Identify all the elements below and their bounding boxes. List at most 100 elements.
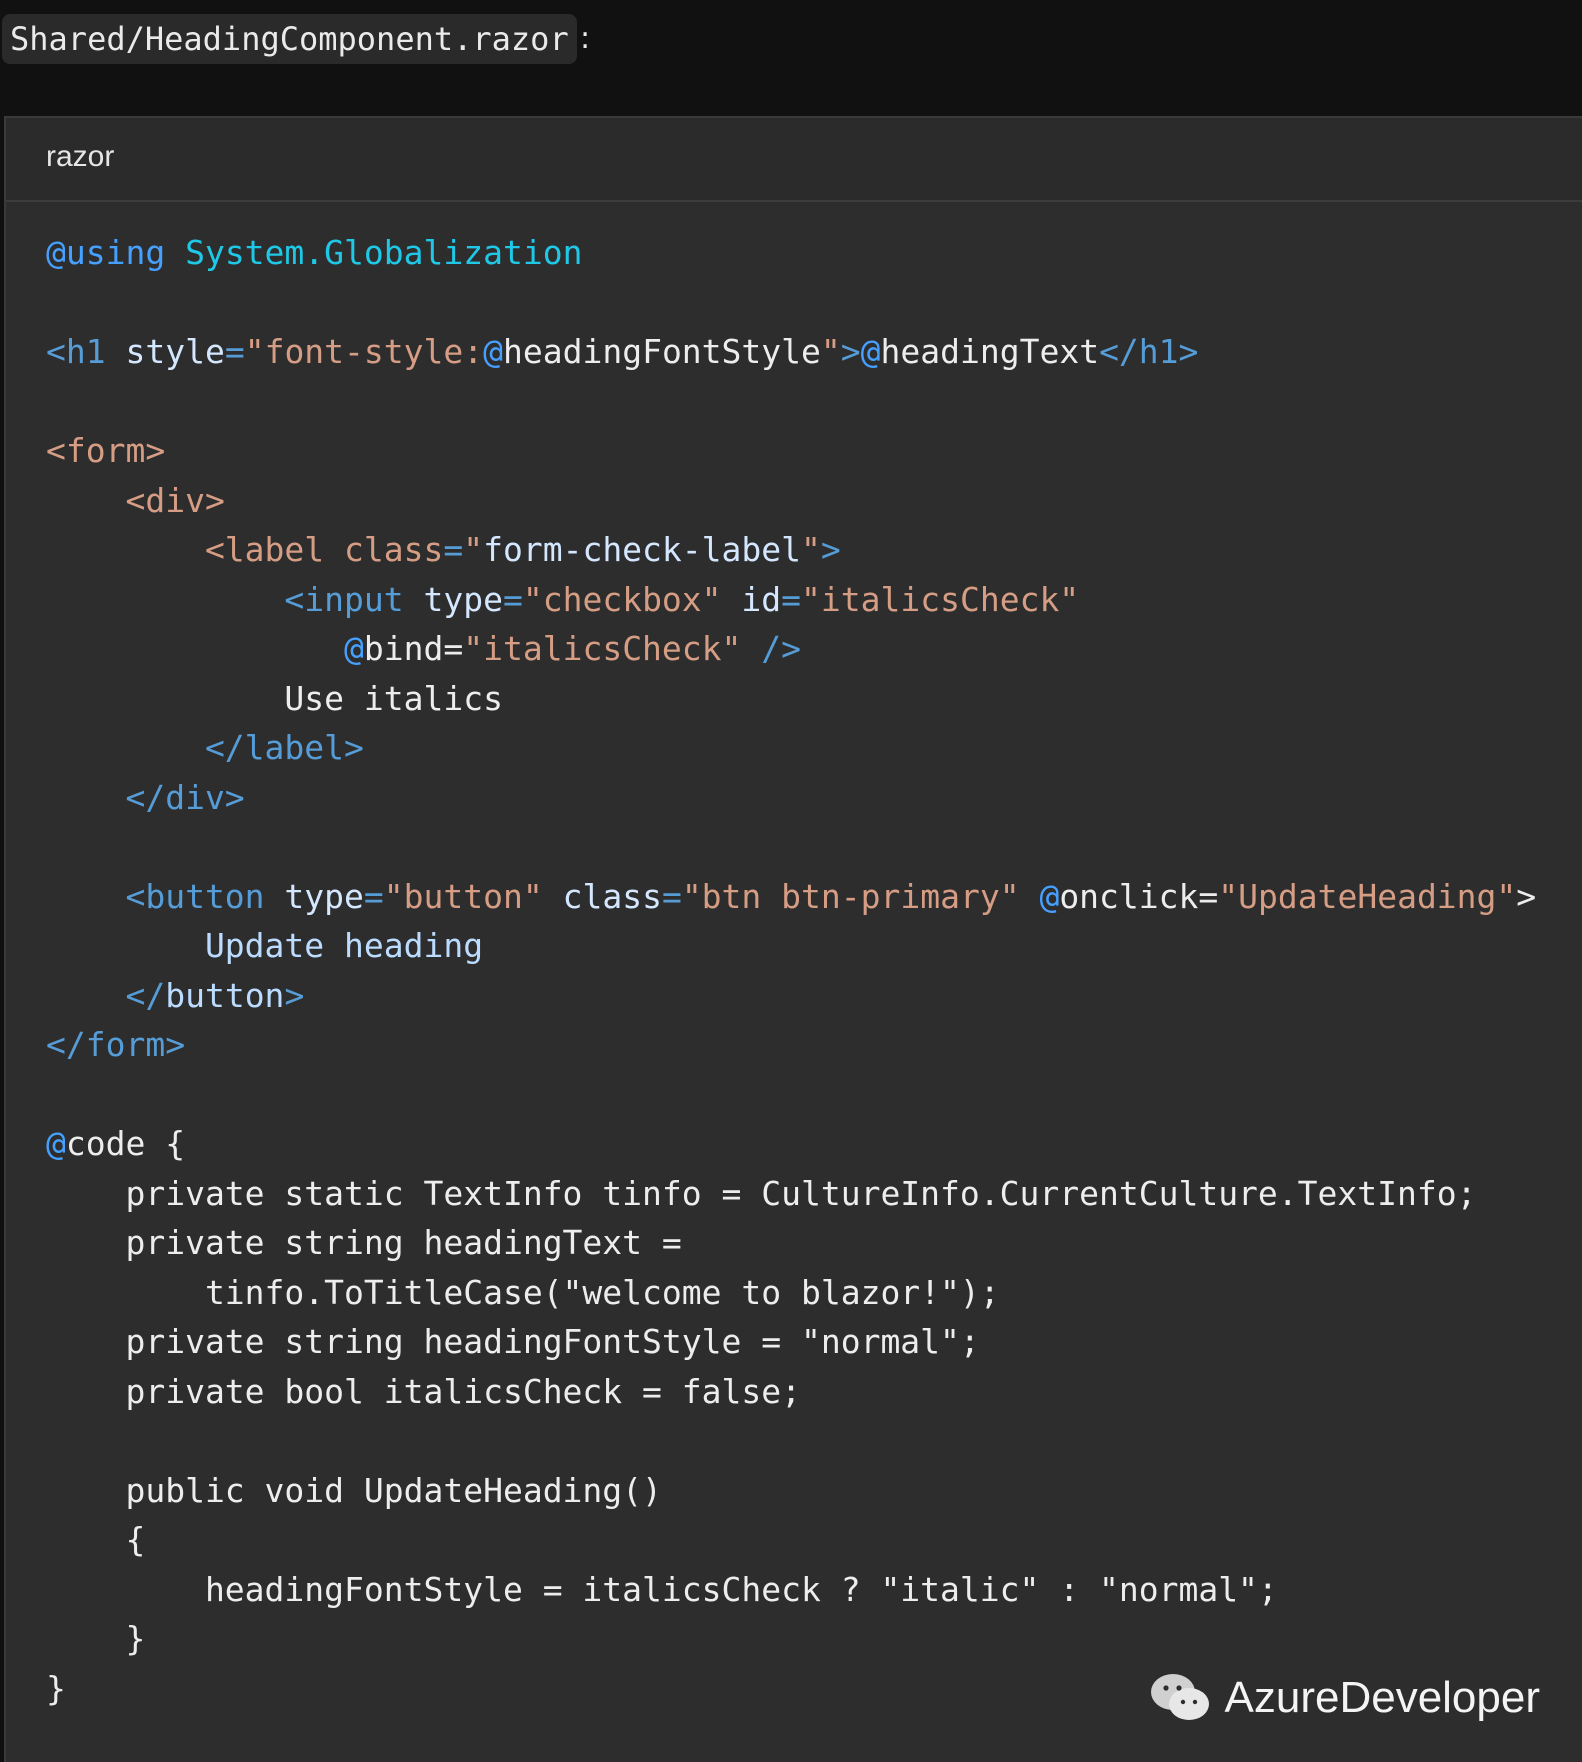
- code-token: @: [1039, 876, 1060, 916]
- code-block: razor @using System.Globalization <h1 st…: [4, 116, 1582, 1762]
- code-token: bind: [363, 629, 444, 668]
- watermark: AzureDeveloper: [1149, 1670, 1541, 1726]
- code-line: Update heading: [46, 921, 1582, 971]
- code-line: </label>: [46, 723, 1582, 773]
- code-token: style: [125, 332, 225, 371]
- code-token: type: [284, 876, 364, 916]
- code-line: <label class="form-check-label">: [46, 525, 1582, 575]
- code-token: ": [463, 530, 484, 569]
- code-token: "font-style:: [244, 332, 484, 371]
- code-token: }: [46, 1619, 146, 1658]
- page: Shared/HeadingComponent.razor : razor @u…: [0, 0, 1582, 1762]
- code-token: </h1>: [1099, 332, 1199, 371]
- code-line: <form>: [46, 426, 1582, 476]
- code-token: <h1: [46, 332, 126, 371]
- code-language-bar: razor: [6, 118, 1582, 202]
- code-token: =: [443, 530, 464, 569]
- code-token: "checkbox": [522, 579, 742, 619]
- code-token: =: [661, 876, 682, 916]
- code-line: <h1 style="font-style:@headingFontStyle"…: [46, 327, 1582, 377]
- code-content: @using System.Globalization <h1 style="f…: [46, 228, 1582, 1713]
- code-line: private static TextInfo tinfo = CultureI…: [46, 1169, 1582, 1219]
- code-token: </div>: [46, 777, 245, 817]
- code-line: </button>: [46, 971, 1582, 1021]
- code-line: private string headingFontStyle = "norma…: [46, 1317, 1582, 1367]
- code-token: }: [46, 1668, 66, 1708]
- code-token: <input: [46, 579, 424, 619]
- code-token: headingFontStyle = italicsCheck ? "itali…: [46, 1569, 1278, 1609]
- code-token: form-check-label: [483, 530, 801, 569]
- code-line: <input type="checkbox" id="italicsCheck": [46, 575, 1582, 625]
- code-token: private bool italicsCheck = false;: [46, 1371, 801, 1411]
- code-line: Use italics: [46, 674, 1582, 724]
- code-token: class: [562, 876, 662, 916]
- code-line: @bind="italicsCheck" />: [46, 624, 1582, 674]
- code-language-label: razor: [46, 140, 115, 173]
- code-token: "btn btn-primary": [681, 876, 1040, 916]
- code-token: {: [46, 1520, 146, 1559]
- code-token: </label>: [46, 728, 364, 767]
- code-token: <label: [46, 530, 345, 569]
- code-token: System.Globalization: [185, 233, 583, 272]
- code-token: headingText: [880, 332, 1100, 371]
- code-token: @: [46, 1124, 66, 1163]
- code-line: private bool italicsCheck = false;: [46, 1367, 1582, 1417]
- code-line: tinfo.ToTitleCase("welcome to blazor!");: [46, 1268, 1582, 1318]
- code-token: ": [820, 332, 841, 371]
- code-token: code {: [65, 1124, 186, 1163]
- code-token: button: [165, 975, 285, 1015]
- code-token: "italicsCheck": [801, 579, 1080, 619]
- code-line: @using System.Globalization: [46, 228, 1582, 278]
- code-token: />: [761, 629, 802, 668]
- code-token: <div>: [46, 480, 225, 520]
- code-token: Use italics: [46, 678, 503, 718]
- file-path-colon: :: [580, 21, 591, 56]
- code-line: public void UpdateHeading(): [46, 1466, 1582, 1516]
- code-token: "button": [383, 876, 563, 916]
- code-token: </form>: [46, 1025, 186, 1064]
- code-token: =: [502, 579, 523, 619]
- code-token: =: [1198, 876, 1219, 916]
- code-line: private string headingText =: [46, 1218, 1582, 1268]
- code-token: private static TextInfo tinfo = CultureI…: [46, 1173, 1477, 1213]
- code-token: >: [1516, 876, 1537, 916]
- code-token: @: [860, 332, 881, 371]
- code-token: @using: [46, 233, 186, 272]
- code-line: headingFontStyle = italicsCheck ? "itali…: [46, 1565, 1582, 1615]
- code-line: </div>: [46, 773, 1582, 823]
- code-token: </: [46, 975, 166, 1015]
- code-token: type: [423, 579, 503, 619]
- code-token: headingFontStyle: [503, 332, 821, 371]
- code-token: onclick: [1059, 876, 1199, 916]
- code-token: class: [344, 530, 444, 569]
- wechat-icon: [1150, 1674, 1209, 1720]
- code-token: "UpdateHeading": [1218, 876, 1517, 916]
- file-path: Shared/HeadingComponent.razor: [2, 14, 577, 64]
- code-line: <div>: [46, 476, 1582, 526]
- code-token: ": [801, 530, 821, 569]
- code-token: <form>: [46, 431, 166, 470]
- code-token: =: [443, 629, 464, 668]
- code-token: public void UpdateHeading(): [46, 1470, 662, 1510]
- code-token: @: [483, 332, 503, 371]
- code-line: <button type="button" class="btn btn-pri…: [46, 872, 1582, 922]
- code-token: Update heading: [46, 926, 484, 965]
- code-line: </form>: [46, 1020, 1582, 1070]
- code-token: >: [840, 332, 861, 371]
- code-token: =: [363, 876, 384, 916]
- code-token: "italicsCheck": [463, 629, 762, 668]
- code-token: id: [741, 579, 782, 619]
- code-token: =: [781, 579, 802, 619]
- code-line: }: [46, 1614, 1582, 1664]
- code-line: {: [46, 1515, 1582, 1565]
- watermark-text: AzureDeveloper: [1224, 1673, 1541, 1722]
- file-header: Shared/HeadingComponent.razor :: [0, 0, 1582, 116]
- code-token: >: [284, 975, 305, 1015]
- code-token: @: [344, 629, 364, 668]
